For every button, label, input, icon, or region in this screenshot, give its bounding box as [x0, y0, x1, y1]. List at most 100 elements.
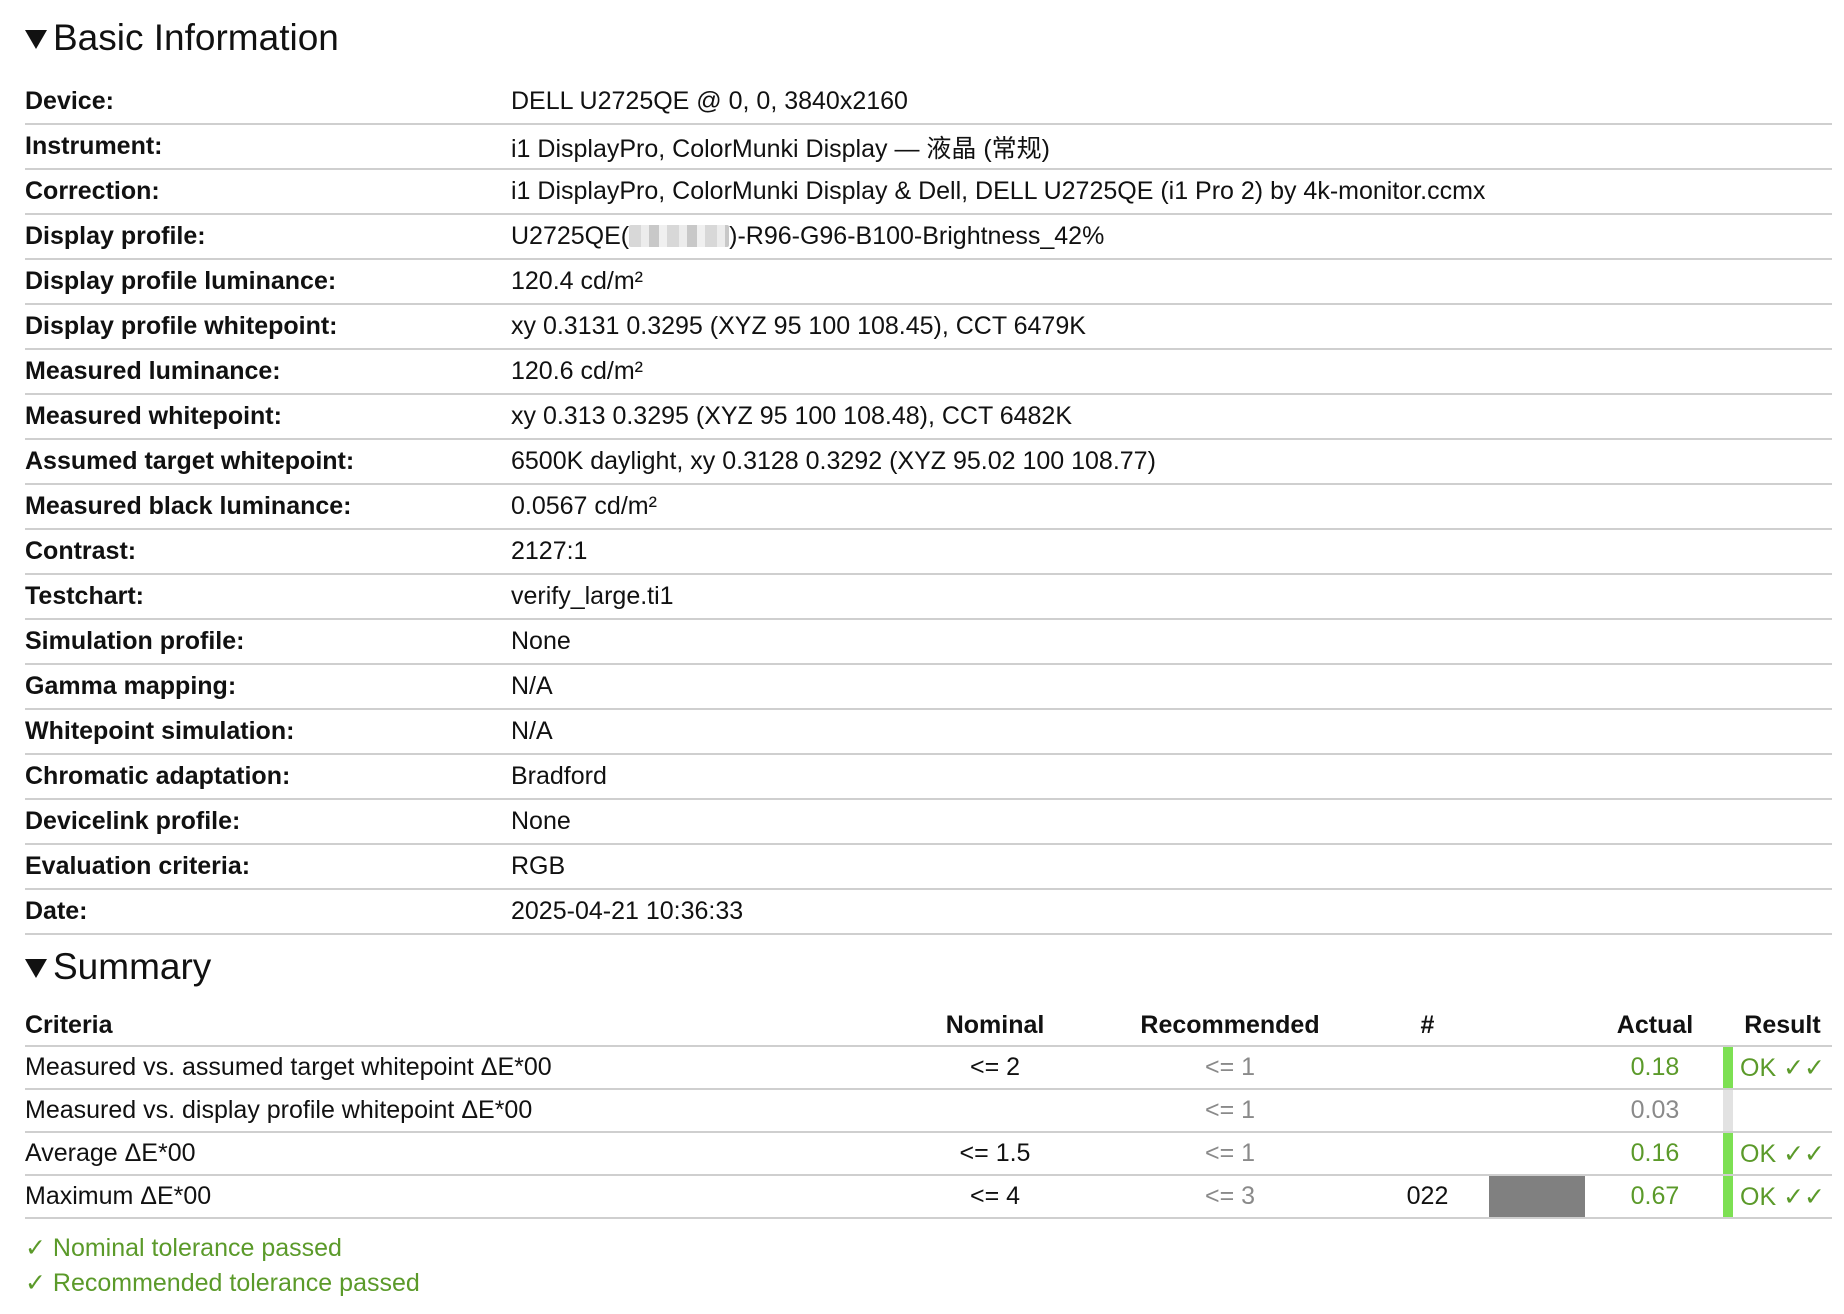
info-row-testchart: Testchart: verify_large.ti1 — [25, 574, 1832, 620]
recommended-cell: <= 1 — [1090, 1132, 1370, 1176]
info-row-simulation-profile: Simulation profile: None — [25, 619, 1832, 665]
info-value: None — [511, 799, 1832, 845]
status-bar — [1723, 1089, 1733, 1133]
info-value: i1 DisplayPro, ColorMunki Display & Dell… — [511, 169, 1832, 215]
recommended-tolerance-status: ✓ Recommended tolerance passed — [25, 1269, 420, 1297]
info-label: Evaluation criteria: — [25, 844, 511, 890]
nominal-tolerance-status: ✓ Nominal tolerance passed — [25, 1234, 342, 1262]
recommended-cell: <= 1 — [1090, 1089, 1370, 1133]
basic-info-table: Device: DELL U2725QE @ 0, 0, 3840x2160 I… — [25, 80, 1832, 935]
status-bar — [1723, 1046, 1733, 1090]
info-label: Contrast: — [25, 529, 511, 575]
summary-row: Measured vs. display profile whitepoint … — [25, 1089, 1832, 1133]
criteria-cell: Average ΔE*00 — [25, 1132, 900, 1176]
info-label: Measured black luminance: — [25, 484, 511, 530]
header-actual: Actual — [1587, 1005, 1723, 1047]
result-cell: OK ✓✓ — [1733, 1175, 1832, 1219]
info-label: Simulation profile: — [25, 619, 511, 665]
header-criteria: Criteria — [25, 1005, 900, 1047]
info-label: Device: — [25, 80, 511, 125]
status-bar — [1723, 1132, 1733, 1176]
info-row-measured-whitepoint: Measured whitepoint: xy 0.313 0.3295 (XY… — [25, 394, 1832, 440]
info-label: Gamma mapping: — [25, 664, 511, 710]
swatch-cell — [1485, 1089, 1587, 1133]
recommended-cell: <= 1 — [1090, 1046, 1370, 1090]
summary-row: Measured vs. assumed target whitepoint Δ… — [25, 1046, 1832, 1090]
summary-header-row: Criteria Nominal Recommended # Actual Re… — [25, 1005, 1832, 1047]
header-nominal: Nominal — [900, 1005, 1090, 1047]
info-label: Measured luminance: — [25, 349, 511, 395]
actual-cell: 0.03 — [1587, 1089, 1723, 1133]
info-label: Chromatic adaptation: — [25, 754, 511, 800]
info-row-black-luminance: Measured black luminance: 0.0567 cd/m² — [25, 484, 1832, 530]
info-value: RGB — [511, 844, 1832, 890]
info-value: 120.6 cd/m² — [511, 349, 1832, 395]
info-row-evaluation-criteria: Evaluation criteria: RGB — [25, 844, 1832, 890]
number-cell — [1370, 1089, 1485, 1133]
info-label: Display profile whitepoint: — [25, 304, 511, 350]
info-row-date: Date: 2025-04-21 10:36:33 — [25, 889, 1832, 935]
info-value: U2725QE( )-R96-G96-B100-Brightness_42% — [511, 214, 1832, 260]
recommended-cell: <= 3 — [1090, 1175, 1370, 1219]
nominal-cell — [900, 1089, 1090, 1133]
summary-toggle[interactable]: Summary — [25, 947, 211, 987]
summary-row: Maximum ΔE*00 <= 4 <= 3 022 0.67 OK ✓✓ — [25, 1175, 1832, 1219]
swatch-cell — [1485, 1132, 1587, 1176]
header-recommended: Recommended — [1090, 1005, 1370, 1047]
info-value: verify_large.ti1 — [511, 574, 1832, 620]
nominal-cell: <= 2 — [900, 1046, 1090, 1090]
nominal-cell: <= 1.5 — [900, 1132, 1090, 1176]
number-cell — [1370, 1046, 1485, 1090]
status-bar — [1723, 1175, 1733, 1219]
info-value: i1 DisplayPro, ColorMunki Display — 液晶 (… — [511, 124, 1832, 170]
info-label: Measured whitepoint: — [25, 394, 511, 440]
info-row-target-whitepoint: Assumed target whitepoint: 6500K dayligh… — [25, 439, 1832, 485]
swatch-cell — [1485, 1175, 1587, 1219]
info-value: N/A — [511, 664, 1832, 710]
header-swatch — [1485, 1005, 1587, 1047]
color-swatch — [1489, 1176, 1585, 1217]
basic-info-title: Basic Information — [53, 17, 339, 58]
swatch-cell — [1485, 1046, 1587, 1090]
info-row-display-profile: Display profile: U2725QE( )-R96-G96-B100-… — [25, 214, 1832, 260]
info-label: Testchart: — [25, 574, 511, 620]
info-row-contrast: Contrast: 2127:1 — [25, 529, 1832, 575]
profile-name-prefix: U2725QE( — [511, 222, 630, 250]
info-row-profile-luminance: Display profile luminance: 120.4 cd/m² — [25, 259, 1832, 305]
info-value: 6500K daylight, xy 0.3128 0.3292 (XYZ 95… — [511, 439, 1832, 485]
result-cell: OK ✓✓ — [1733, 1046, 1832, 1090]
info-value: N/A — [511, 709, 1832, 755]
info-value: 2025-04-21 10:36:33 — [511, 889, 1832, 935]
number-cell — [1370, 1132, 1485, 1176]
redacted-blur — [629, 225, 730, 247]
info-label: Instrument: — [25, 124, 511, 170]
nominal-cell: <= 4 — [900, 1175, 1090, 1219]
info-value: xy 0.3131 0.3295 (XYZ 95 100 108.45), CC… — [511, 304, 1832, 350]
triangle-down-icon — [25, 958, 47, 978]
actual-cell: 0.18 — [1587, 1046, 1723, 1090]
info-row-measured-luminance: Measured luminance: 120.6 cd/m² — [25, 349, 1832, 395]
header-bar — [1723, 1005, 1733, 1047]
header-result: Result — [1733, 1005, 1832, 1047]
basic-info-toggle[interactable]: Basic Information — [25, 18, 339, 58]
criteria-cell: Maximum ΔE*00 — [25, 1175, 900, 1219]
info-row-device: Device: DELL U2725QE @ 0, 0, 3840x2160 — [25, 80, 1832, 125]
criteria-cell: Measured vs. display profile whitepoint … — [25, 1089, 900, 1133]
info-label: Correction: — [25, 169, 511, 215]
info-label: Date: — [25, 889, 511, 935]
info-label: Display profile: — [25, 214, 511, 260]
info-value: None — [511, 619, 1832, 665]
summary-title: Summary — [53, 946, 212, 987]
info-row-instrument: Instrument: i1 DisplayPro, ColorMunki Di… — [25, 124, 1832, 170]
info-label: Devicelink profile: — [25, 799, 511, 845]
info-row-gamma-mapping: Gamma mapping: N/A — [25, 664, 1832, 710]
actual-cell: 0.67 — [1587, 1175, 1723, 1219]
profile-name-suffix: )-R96-G96-B100-Brightness_42% — [729, 222, 1105, 250]
info-value: 120.4 cd/m² — [511, 259, 1832, 305]
info-value: DELL U2725QE @ 0, 0, 3840x2160 — [511, 80, 1832, 125]
info-row-chromatic-adaptation: Chromatic adaptation: Bradford — [25, 754, 1832, 800]
info-row-whitepoint-simulation: Whitepoint simulation: N/A — [25, 709, 1832, 755]
info-value: xy 0.313 0.3295 (XYZ 95 100 108.48), CCT… — [511, 394, 1832, 440]
info-row-correction: Correction: i1 DisplayPro, ColorMunki Di… — [25, 169, 1832, 215]
number-cell: 022 — [1370, 1175, 1485, 1219]
